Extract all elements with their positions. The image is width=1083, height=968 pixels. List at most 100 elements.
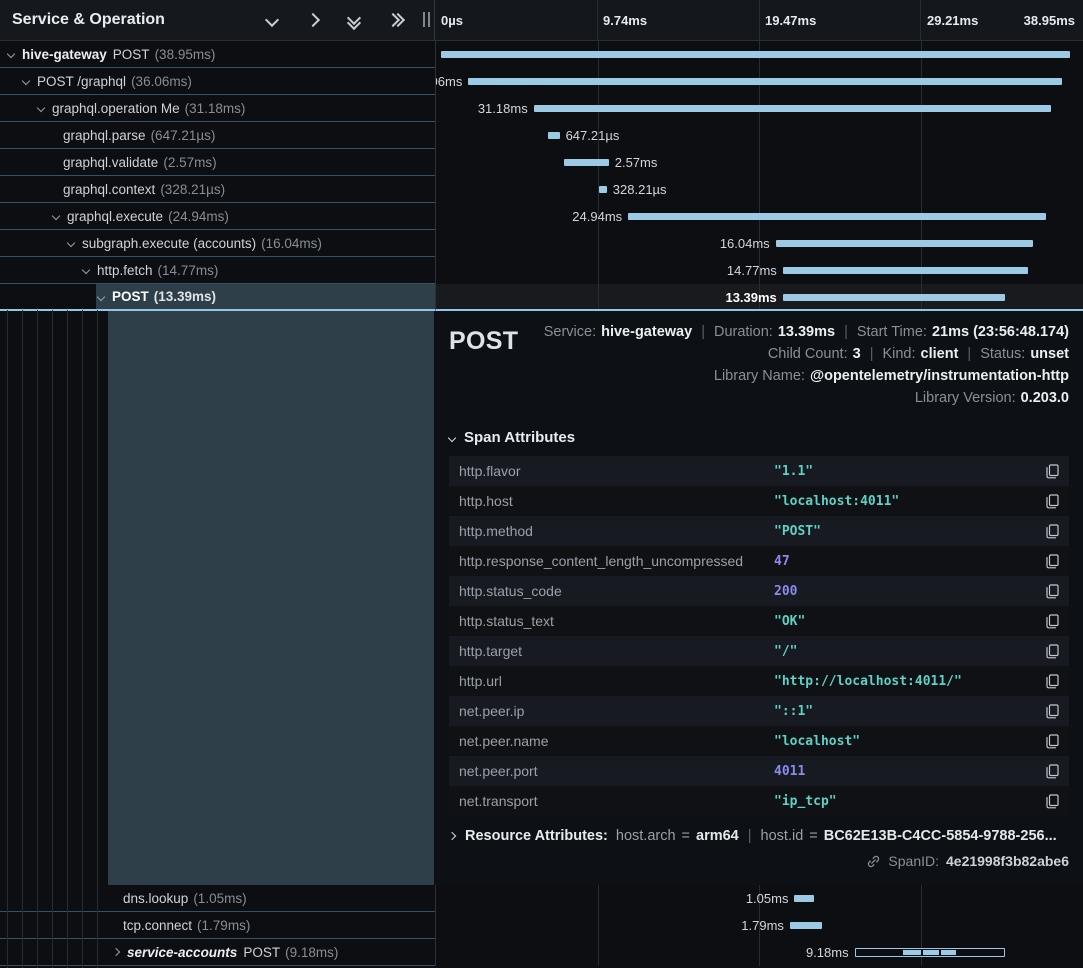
chevron-down-icon[interactable] [22,77,30,85]
resource-attr-value: arm64 [696,828,739,844]
span-row[interactable]: service-accountsPOST(9.18ms)9.18ms [0,939,1083,966]
span-row[interactable]: dns.lookup(1.05ms)1.05ms [0,885,1083,912]
chevron-down-icon[interactable] [52,212,60,220]
copy-icon [1046,554,1059,569]
copy-button[interactable] [1046,464,1059,479]
span-row[interactable]: graphql.context(328.21µs)328.21µs [0,176,1083,203]
span-row[interactable]: http.fetch(14.77ms)14.77ms [0,257,1083,284]
timeline-tick: 9.74ms [603,0,647,40]
copy-button[interactable] [1046,764,1059,779]
copy-button[interactable] [1046,734,1059,749]
chevron-down-icon[interactable] [82,266,90,274]
chevron-right-icon [449,832,456,840]
span-tree-cell[interactable]: graphql.parse(647.21µs) [0,122,435,149]
chevron-down-icon[interactable] [97,292,105,300]
chevron-right-icon[interactable] [112,948,120,956]
span-bar[interactable] [534,105,1051,112]
copy-button[interactable] [1046,494,1059,509]
span-tree-cell[interactable]: subgraph.execute (accounts)(16.04ms) [0,230,435,257]
span-bar[interactable] [441,51,1070,58]
resource-attributes-preview: host.arch=arm64|host.id=BC62E13B-C4CC-58… [616,828,1057,844]
span-tree-cell[interactable]: tcp.connect(1.79ms) [0,912,435,939]
copy-icon [1046,614,1059,629]
spanid-label: SpanID: [888,853,939,869]
copy-icon [1046,464,1059,479]
span-row[interactable]: tcp.connect(1.79ms)1.79ms [0,912,1083,939]
copy-button[interactable] [1046,674,1059,689]
span-bar[interactable] [783,267,1028,274]
attribute-value: "localhost" [774,734,860,749]
attribute-key: http.url [459,673,774,689]
equals-sign: = [682,828,690,844]
span-attributes-section-header[interactable]: Span Attributes [449,429,1069,446]
collapse-all-icon[interactable] [347,13,361,27]
span-bar[interactable] [548,132,560,139]
span-bar[interactable] [855,948,1005,957]
meta-label: Start Time: [857,321,927,343]
resource-attributes-row[interactable]: Resource Attributes: host.arch=arm64|hos… [449,828,1069,844]
attribute-value: "POST" [774,524,821,539]
meta-value: client [921,343,959,365]
bar-duration-label: 16.04ms [720,230,770,257]
span-row[interactable]: POST(13.39ms)13.39ms [0,284,1083,311]
attribute-row: net.peer.ip"::1" [449,696,1069,726]
attribute-key: net.transport [459,793,774,809]
span-bar[interactable] [790,922,822,929]
span-attributes-title: Span Attributes [464,429,575,446]
operation-name: http.fetch [97,263,153,278]
expand-one-icon[interactable] [306,13,320,27]
span-bar[interactable] [599,186,607,193]
span-bar[interactable] [628,213,1046,220]
equals-sign: = [809,828,817,844]
link-icon[interactable] [866,854,881,869]
span-row[interactable]: subgraph.execute (accounts)(16.04ms) 16.0… [0,230,1083,257]
bar-duration-label: 31.18ms [478,95,528,122]
chevron-down-icon[interactable] [37,104,45,112]
attribute-key: http.flavor [459,463,774,479]
span-tree-cell[interactable]: http.fetch(14.77ms) [0,257,435,284]
attribute-key: http.method [459,523,774,539]
chevron-down-icon[interactable] [7,50,15,58]
span-tree-cell[interactable]: graphql.context(328.21µs) [0,176,435,203]
span-bar[interactable] [776,240,1033,247]
span-row[interactable]: graphql.validate(2.57ms)2.57ms [0,149,1083,176]
operation-name: POST [112,289,149,304]
copy-button[interactable] [1046,554,1059,569]
operation-name: subgraph.execute (accounts) [82,236,256,251]
span-tree-cell[interactable]: graphql.operation Me(31.18ms) [0,95,435,122]
span-tree-cell[interactable]: dns.lookup(1.05ms) [0,885,435,912]
span-bar[interactable] [794,895,813,902]
span-row[interactable]: graphql.parse(647.21µs)647.21µs [0,122,1083,149]
span-tree-cell[interactable]: graphql.validate(2.57ms) [0,149,435,176]
copy-button[interactable] [1046,584,1059,599]
span-bar[interactable] [783,294,1006,301]
span-tree-cell[interactable]: POST /graphql(36.06ms) [0,68,435,95]
expand-all-icon[interactable] [388,13,402,27]
panel-resizer-grip[interactable] [423,12,430,27]
span-attributes-table: http.flavor"1.1"http.host"localhost:4011… [449,456,1069,816]
span-tree-cell[interactable]: POST(13.39ms) [0,284,435,311]
span-row[interactable]: hive-gatewayPOST(38.95ms) [0,41,1083,68]
collapse-one-icon[interactable] [265,13,279,27]
copy-button[interactable] [1046,794,1059,809]
span-bar[interactable] [468,78,1061,85]
attribute-row: http.url"http://localhost:4011/" [449,666,1069,696]
copy-button[interactable] [1046,614,1059,629]
span-row[interactable]: graphql.operation Me(31.18ms) 31.18ms [0,95,1083,122]
expanded-span-region[interactable] [108,311,434,885]
copy-button[interactable] [1046,704,1059,719]
copy-icon [1046,794,1059,809]
trace-viewer: Service & Operation 0µs9.74ms19.47ms29.2… [0,0,1083,968]
span-tree-cell[interactable]: service-accountsPOST(9.18ms) [0,939,435,966]
chevron-down-icon[interactable] [67,239,75,247]
span-row[interactable]: POST /graphql(36.06ms)36.06ms [0,68,1083,95]
attribute-row: http.status_text"OK" [449,606,1069,636]
span-bar[interactable] [564,159,609,166]
copy-button[interactable] [1046,644,1059,659]
copy-icon [1046,494,1059,509]
copy-button[interactable] [1046,524,1059,539]
span-row[interactable]: graphql.execute(24.94ms)24.94ms [0,203,1083,230]
span-tree-cell[interactable]: hive-gatewayPOST(38.95ms) [0,41,435,68]
span-bar-cell: 36.06ms [435,68,1083,95]
span-tree-cell[interactable]: graphql.execute(24.94ms) [0,203,435,230]
